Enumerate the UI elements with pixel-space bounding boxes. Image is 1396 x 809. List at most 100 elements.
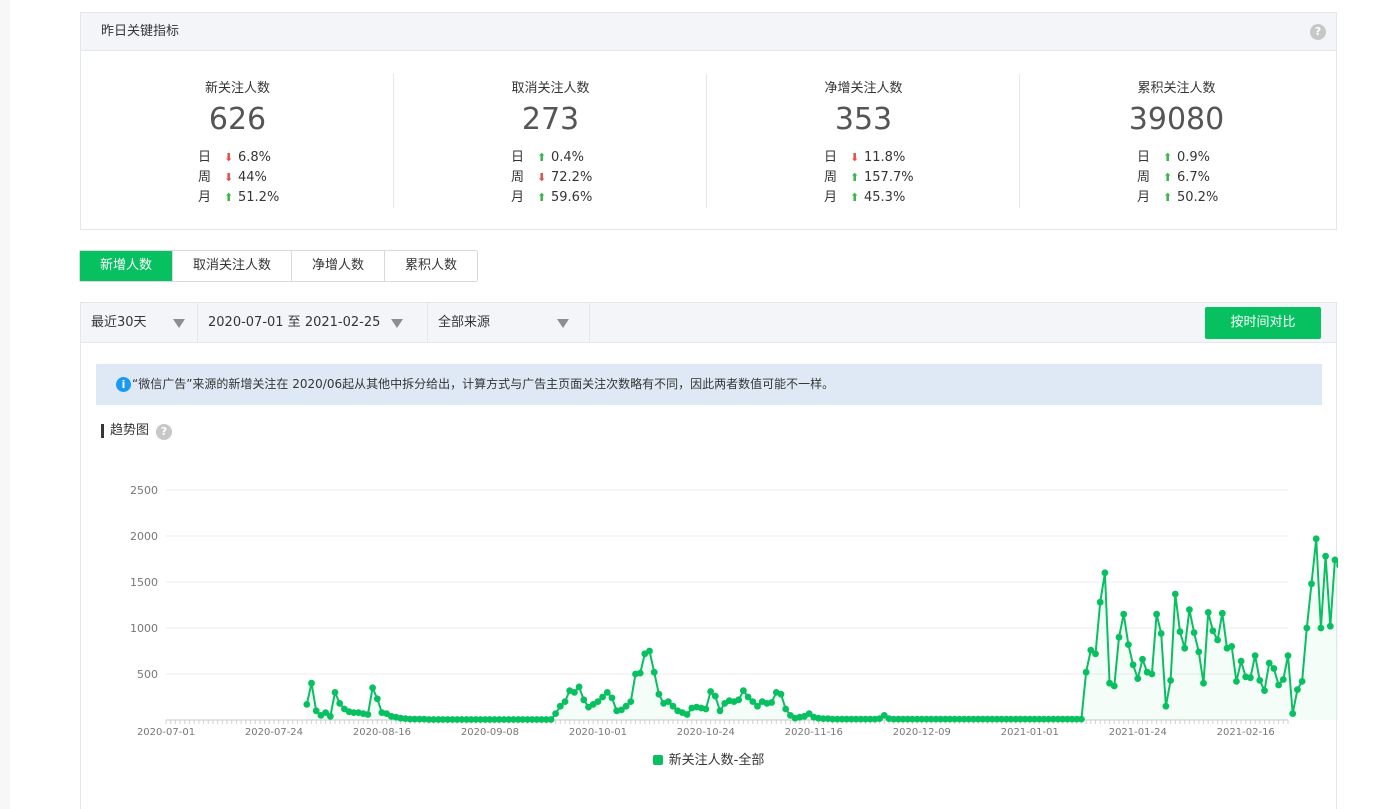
- help-icon[interactable]: ?: [156, 424, 172, 440]
- data-point: [1312, 535, 1320, 543]
- y-tick-label: 2500: [130, 484, 158, 497]
- period-label: 日: [198, 150, 212, 165]
- chevron-down-icon: [557, 319, 569, 328]
- x-tick-label: 2020-12-09: [893, 727, 951, 738]
- section-title: 趋势图: [101, 424, 149, 438]
- series-area: [306, 538, 1378, 720]
- data-point: [1265, 659, 1273, 667]
- data-point: [1326, 622, 1334, 630]
- data-point: [1251, 652, 1259, 659]
- x-tick-label: 2021-02-16: [1217, 727, 1275, 738]
- data-point: [1317, 624, 1325, 632]
- data-point: [1308, 580, 1315, 588]
- kpi-card-unfollows: 取消关注人数 273 日 ⬆ 0.4% 周 ⬇ 72.2% 月 ⬆ 59.6%: [394, 52, 707, 230]
- kpi-value: 273: [521, 102, 580, 137]
- data-point: [768, 699, 775, 706]
- data-point: [1275, 681, 1282, 689]
- kpi-change-row-day: 日 ⬇ 6.8%: [198, 148, 279, 168]
- tab-new-follows[interactable]: 新增人数: [80, 251, 174, 281]
- period-label: 周: [824, 170, 838, 185]
- trend-arrow-icon: ⬆: [850, 171, 860, 184]
- kpi-label: 新关注人数: [204, 81, 270, 96]
- data-point: [1082, 668, 1090, 676]
- data-point: [1284, 652, 1292, 659]
- y-tick-label: 1500: [130, 576, 158, 589]
- data-point: [331, 689, 339, 696]
- trend-arrow-icon: ⬆: [224, 191, 234, 204]
- tab-total-follows[interactable]: 累积人数: [385, 251, 478, 281]
- period-label: 周: [1137, 170, 1151, 185]
- data-point: [1289, 710, 1297, 717]
- x-tick-label: 2020-07-24: [245, 727, 303, 738]
- data-point: [1134, 675, 1142, 682]
- data-point: [308, 679, 315, 687]
- data-point: [1153, 610, 1160, 618]
- data-point: [547, 716, 555, 723]
- data-point: [777, 690, 785, 698]
- data-point: [580, 696, 588, 704]
- date-range-value: 2020-07-01 至 2021-02-25: [208, 315, 381, 330]
- data-point: [1303, 624, 1311, 632]
- trend-arrow-icon: ⬆: [1163, 171, 1173, 184]
- change-percent: 50.2%: [1177, 190, 1219, 205]
- data-point: [1171, 590, 1179, 598]
- chart-legend[interactable]: 新关注人数-全部: [81, 749, 1336, 768]
- period-label: 日: [511, 150, 525, 165]
- data-point: [1256, 677, 1264, 684]
- trend-arrow-icon: ⬆: [537, 191, 547, 204]
- data-point: [1279, 676, 1287, 683]
- x-tick-label: 2021-01-24: [1109, 727, 1167, 738]
- range-select[interactable]: 最近30天: [81, 303, 198, 343]
- y-tick-label: 2000: [130, 530, 158, 543]
- x-tick-label: 2021-01-01: [1001, 727, 1059, 738]
- data-point: [1129, 661, 1137, 669]
- legend-swatch: [652, 755, 663, 765]
- tab-net-follows[interactable]: 净增人数: [292, 251, 386, 281]
- data-point: [571, 689, 578, 696]
- change-percent: 72.2%: [551, 170, 593, 185]
- source-select-value: 全部来源: [438, 315, 491, 330]
- help-icon[interactable]: ?: [1310, 24, 1326, 40]
- data-point: [683, 711, 691, 718]
- kpi-card-total-follows: 累积关注人数 39080 日 ⬆ 0.9% 周 ⬆ 6.7% 月 ⬆ 50.2%: [1020, 52, 1333, 230]
- data-point: [326, 712, 334, 720]
- data-point: [1096, 598, 1104, 606]
- trend-arrow-icon: ⬇: [850, 151, 860, 164]
- kpi-change-row-month: 月 ⬆ 59.6%: [511, 188, 592, 208]
- metric-tabs: 新增人数 取消关注人数 净增人数 累积人数: [79, 250, 479, 282]
- data-point: [1157, 630, 1165, 637]
- data-point: [561, 698, 569, 705]
- left-gutter: [0, 0, 10, 809]
- kpi-value: 626: [208, 102, 267, 137]
- kpi-change-row-week: 周 ⬆ 6.7%: [1137, 168, 1218, 188]
- data-point: [1186, 606, 1193, 613]
- chevron-down-icon: [173, 319, 185, 328]
- kpi-change-row-week: 周 ⬆ 157.7%: [824, 168, 914, 188]
- data-point: [627, 698, 635, 705]
- y-tick-label: 500: [137, 668, 158, 681]
- compare-by-time-button[interactable]: 按时间对比: [1205, 307, 1321, 339]
- trend-chart-svg: 500 1000 1500 2000 2500 2020-07-01 2020-07-24 2…: [130, 484, 1381, 738]
- source-select[interactable]: 全部来源: [428, 303, 590, 343]
- period-label: 月: [198, 190, 212, 205]
- data-point: [1261, 687, 1268, 694]
- trend-arrow-icon: ⬆: [537, 151, 547, 164]
- date-range-picker[interactable]: 2020-07-01 至 2021-02-25: [198, 303, 428, 343]
- kpi-change-row-week: 周 ⬇ 72.2%: [511, 168, 592, 188]
- kpi-change-row-month: 月 ⬆ 50.2%: [1137, 188, 1218, 208]
- data-point: [1200, 679, 1207, 687]
- data-point: [603, 689, 611, 696]
- legend-label: 新关注人数-全部: [668, 753, 765, 768]
- data-point: [1298, 678, 1306, 685]
- change-percent: 51.2%: [238, 190, 280, 205]
- data-point: [1228, 643, 1236, 650]
- info-icon: i: [116, 377, 131, 392]
- data-point: [1078, 715, 1085, 723]
- kpi-cards: 新关注人数 626 日 ⬇ 6.8% 周 ⬇ 44% 月 ⬆ 51.2% 取消关注人数 27…: [81, 52, 1336, 230]
- tab-unfollows[interactable]: 取消关注人数: [173, 251, 293, 281]
- kpi-value: 353: [834, 102, 893, 137]
- period-label: 周: [511, 170, 525, 185]
- period-label: 月: [1137, 190, 1151, 205]
- trend-arrow-icon: ⬆: [850, 191, 860, 204]
- data-point: [1176, 628, 1184, 636]
